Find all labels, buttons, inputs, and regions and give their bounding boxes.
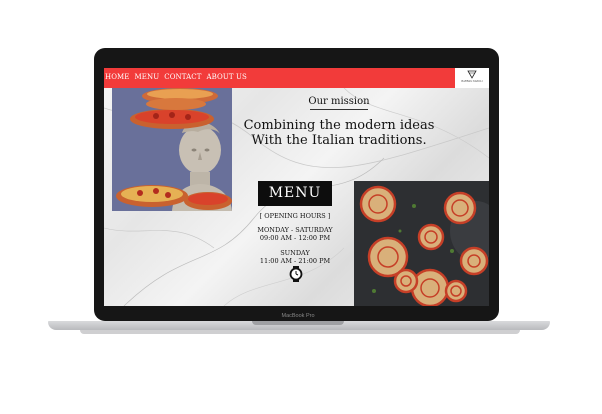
- navbar: HOME MENU CONTACT ABOUT US BARRAS NAPOLI: [104, 68, 489, 88]
- nav-links: HOME MENU CONTACT ABOUT US: [105, 73, 247, 81]
- mission-title: Our mission: [308, 96, 370, 107]
- logo[interactable]: BARRAS NAPOLI: [455, 68, 489, 88]
- website-screen: HOME MENU CONTACT ABOUT US BARRAS NAPOLI: [104, 68, 489, 306]
- nav-menu[interactable]: MENU: [135, 73, 160, 81]
- mission-underline: [310, 109, 368, 110]
- statue-pizza-image: [112, 88, 232, 211]
- opening-hours-heading: [ OPENING HOURS ]: [259, 212, 331, 220]
- laptop-base-shadow: [80, 330, 520, 334]
- laptop-brand: MacBook Pro: [281, 313, 315, 319]
- laptop-notch: [252, 321, 344, 325]
- nav-home[interactable]: HOME: [105, 73, 130, 81]
- mission-line-2: With the Italian traditions.: [251, 133, 427, 148]
- weekday-time: 09:00 AM - 12:00 PM: [259, 234, 331, 242]
- pizza-rolls-illustration: [354, 181, 489, 306]
- clock-icon: [289, 266, 303, 282]
- sunday-time: 11:00 AM - 21:00 PM: [259, 257, 331, 265]
- nav-about-us[interactable]: ABOUT US: [207, 73, 247, 81]
- menu-button[interactable]: MENU: [258, 181, 332, 206]
- weekday-days: MONDAY - SATURDAY: [257, 226, 333, 234]
- nav-contact[interactable]: CONTACT: [164, 73, 201, 81]
- mission-text: Combining the modern ideas With the Ital…: [229, 118, 449, 148]
- sunday-day: SUNDAY: [280, 249, 310, 257]
- pizza-rolls-image: [354, 181, 489, 306]
- mission-line-1: Combining the modern ideas: [243, 118, 435, 133]
- logo-text: BARRAS NAPOLI: [461, 80, 483, 83]
- statue-pizza-illustration: [112, 88, 232, 211]
